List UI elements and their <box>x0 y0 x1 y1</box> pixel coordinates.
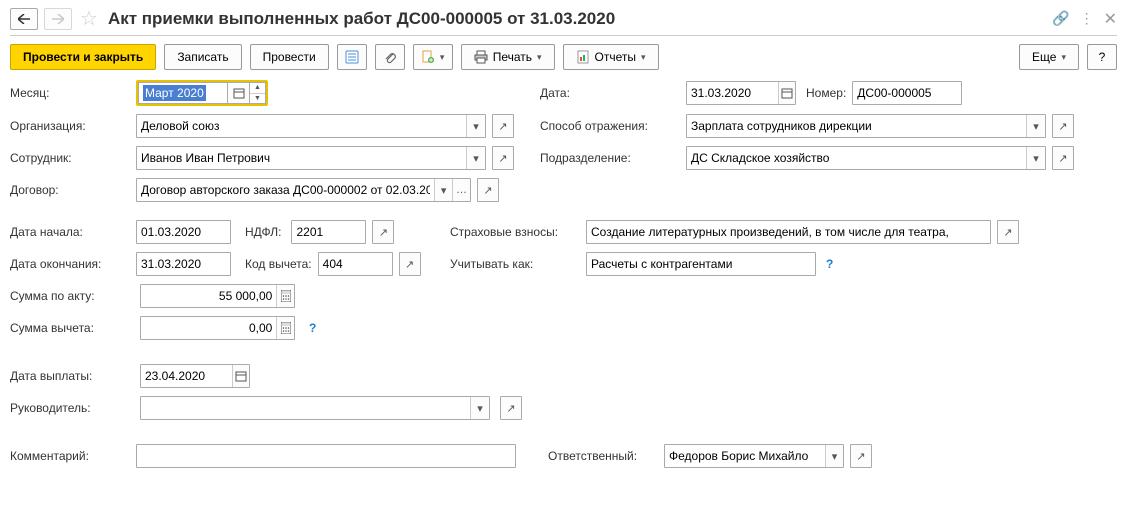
responsible-label: Ответственный: <box>548 449 658 463</box>
open-icon[interactable]: ↗ <box>850 444 872 468</box>
dropdown-icon[interactable]: ▾ <box>1026 147 1045 169</box>
deduction-sum-label: Сумма вычета: <box>10 321 130 335</box>
link-icon[interactable]: 🔗 <box>1052 10 1069 27</box>
account-as-field[interactable] <box>586 252 816 276</box>
save-button[interactable]: Записать <box>164 44 241 70</box>
dropdown-icon[interactable]: ▾ <box>434 179 452 201</box>
act-sum-field[interactable] <box>140 284 295 308</box>
list-icon <box>345 50 359 64</box>
org-label: Организация: <box>10 119 130 133</box>
help-icon[interactable]: ? <box>309 321 316 335</box>
paperclip-icon <box>383 50 397 64</box>
post-button[interactable]: Провести <box>250 44 329 70</box>
toolbar: Провести и закрыть Записать Провести ▾ П… <box>10 44 1117 70</box>
ellipsis-icon[interactable]: … <box>452 179 470 201</box>
insurance-field[interactable] <box>586 220 991 244</box>
open-icon[interactable]: ↗ <box>500 396 522 420</box>
start-date-label: Дата начала: <box>10 225 130 239</box>
reflect-label: Способ отражения: <box>540 119 680 133</box>
comment-field[interactable] <box>136 444 516 468</box>
date-field[interactable] <box>686 81 796 105</box>
favorite-star-icon[interactable]: ☆ <box>80 6 98 31</box>
report-icon <box>576 50 590 64</box>
print-button[interactable]: Печать ▾ <box>461 44 555 70</box>
contract-label: Договор: <box>10 183 130 197</box>
dropdown-icon[interactable]: ▾ <box>825 445 843 467</box>
nav-forward-button[interactable] <box>44 8 72 30</box>
calendar-icon[interactable] <box>778 82 795 104</box>
printer-icon <box>474 50 488 64</box>
document-plus-icon <box>421 50 435 64</box>
start-date-field[interactable] <box>136 220 231 244</box>
dropdown-icon[interactable]: ▾ <box>466 115 485 137</box>
insurance-label: Страховые взносы: <box>450 225 580 239</box>
manager-label: Руководитель: <box>10 401 130 415</box>
post-and-close-button[interactable]: Провести и закрыть <box>10 44 156 70</box>
open-icon[interactable]: ↗ <box>997 220 1019 244</box>
month-field[interactable]: Март 2020 ▲▼ <box>136 80 268 106</box>
help-button[interactable]: ? <box>1087 44 1117 70</box>
org-field[interactable]: ▾ <box>136 114 486 138</box>
open-icon[interactable]: ↗ <box>399 252 421 276</box>
create-based-on-button[interactable]: ▾ <box>413 44 453 70</box>
reflect-field[interactable]: ▾ <box>686 114 1046 138</box>
end-date-field[interactable] <box>136 252 231 276</box>
dropdown-icon[interactable]: ▾ <box>470 397 489 419</box>
date-label: Дата: <box>540 86 680 100</box>
open-icon[interactable]: ↗ <box>492 114 514 138</box>
more-button[interactable]: Еще ▾ <box>1019 44 1079 70</box>
pay-date-label: Дата выплаты: <box>10 369 130 383</box>
open-icon[interactable]: ↗ <box>492 146 514 170</box>
chevron-down-icon: ▾ <box>537 52 542 63</box>
month-spinner[interactable]: ▲▼ <box>250 82 266 104</box>
comment-label: Комментарий: <box>10 449 130 463</box>
contract-field[interactable]: ▾ … <box>136 178 471 202</box>
help-icon[interactable]: ? <box>826 257 833 271</box>
window-title: Акт приемки выполненных работ ДС00-00000… <box>108 9 615 29</box>
chevron-down-icon: ▾ <box>641 52 646 63</box>
kebab-menu-icon[interactable]: ⋮ <box>1080 10 1094 27</box>
responsible-field[interactable]: ▾ <box>664 444 844 468</box>
deduction-code-field[interactable] <box>318 252 393 276</box>
calculator-icon[interactable] <box>276 285 294 307</box>
calendar-icon[interactable] <box>228 82 250 104</box>
employee-label: Сотрудник: <box>10 151 130 165</box>
department-label: Подразделение: <box>540 151 680 165</box>
department-field[interactable]: ▾ <box>686 146 1046 170</box>
dropdown-icon[interactable]: ▾ <box>1026 115 1045 137</box>
month-label: Месяц: <box>10 86 130 100</box>
show-movements-button[interactable] <box>337 44 367 70</box>
nav-back-button[interactable] <box>10 8 38 30</box>
titlebar: ☆ Акт приемки выполненных работ ДС00-000… <box>10 6 1117 36</box>
reports-button[interactable]: Отчеты ▾ <box>563 44 659 70</box>
dropdown-icon[interactable]: ▾ <box>466 147 485 169</box>
number-label: Номер: <box>806 86 846 100</box>
number-field[interactable] <box>852 81 962 105</box>
close-icon[interactable]: ✕ <box>1104 9 1117 29</box>
deduction-code-label: Код вычета: <box>245 257 312 271</box>
ndfl-label: НДФЛ: <box>245 225 281 239</box>
calendar-icon[interactable] <box>232 365 249 387</box>
pay-date-field[interactable] <box>140 364 250 388</box>
calculator-icon[interactable] <box>276 317 294 339</box>
attach-button[interactable] <box>375 44 405 70</box>
act-sum-label: Сумма по акту: <box>10 289 130 303</box>
deduction-sum-field[interactable] <box>140 316 295 340</box>
open-icon[interactable]: ↗ <box>372 220 394 244</box>
open-icon[interactable]: ↗ <box>1052 146 1074 170</box>
account-as-label: Учитывать как: <box>450 257 580 271</box>
open-icon[interactable]: ↗ <box>477 178 499 202</box>
manager-field[interactable]: ▾ <box>140 396 490 420</box>
employee-field[interactable]: ▾ <box>136 146 486 170</box>
open-icon[interactable]: ↗ <box>1052 114 1074 138</box>
chevron-down-icon: ▾ <box>1061 52 1066 63</box>
ndfl-field[interactable] <box>291 220 366 244</box>
end-date-label: Дата окончания: <box>10 257 130 271</box>
chevron-down-icon: ▾ <box>440 52 445 63</box>
